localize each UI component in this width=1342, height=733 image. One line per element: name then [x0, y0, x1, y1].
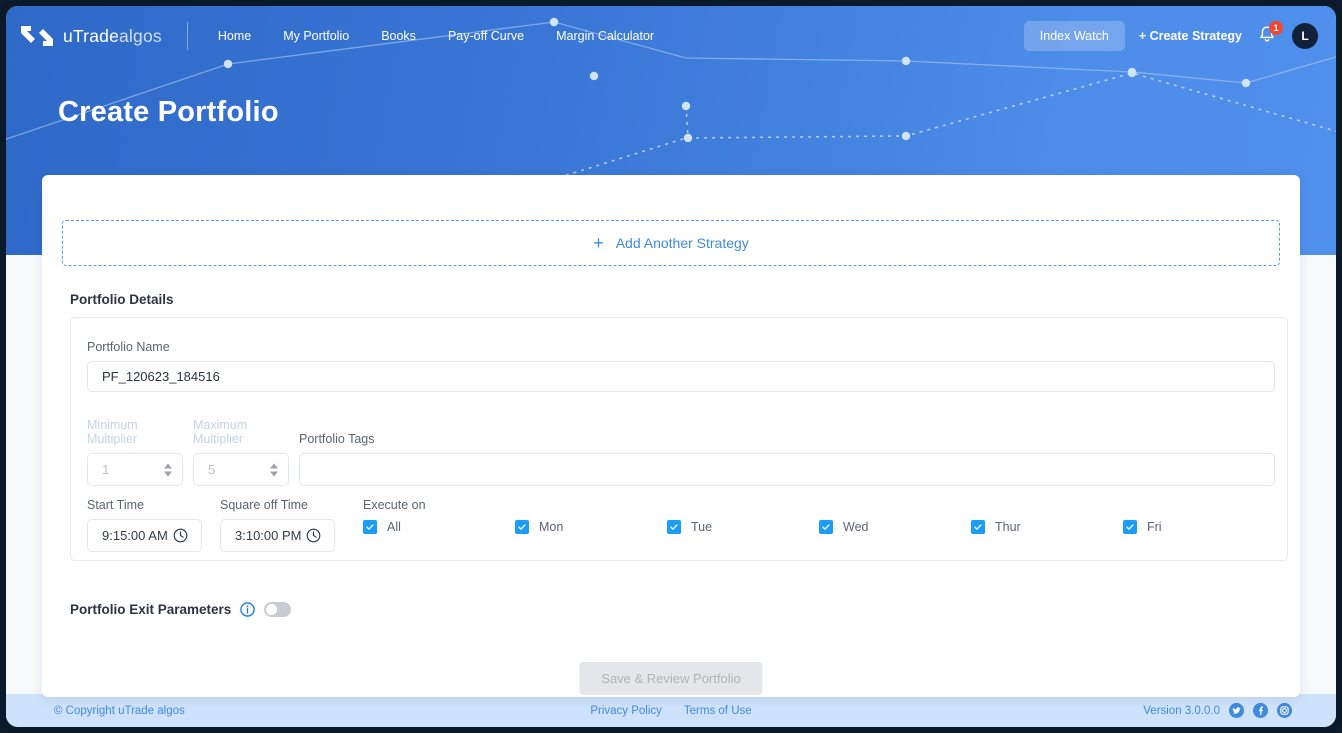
portfolio-tags-input[interactable] — [299, 453, 1275, 486]
checkbox-checked-icon[interactable] — [363, 520, 377, 534]
portfolio-tags-field: Portfolio Tags — [299, 432, 1275, 486]
footer-terms-of-use-link[interactable]: Terms of Use — [684, 705, 752, 717]
index-watch-button[interactable]: Index Watch — [1023, 21, 1125, 51]
day-checkbox-mon[interactable]: Mon — [515, 520, 667, 534]
footer-copyright: © Copyright uTrade algos — [54, 704, 185, 717]
app-window: uTradealgos Home My Portfolio Books Pay-… — [0, 0, 1342, 733]
add-another-strategy-button[interactable]: + Add Another Strategy — [62, 220, 1280, 266]
portfolio-name-row: Portfolio Name PF_120623_184516 — [87, 340, 1275, 392]
start-time-input[interactable]: 9:15:00 AM — [87, 519, 202, 552]
stepper-down-icon[interactable] — [164, 471, 172, 476]
save-review-portfolio-button[interactable]: Save & Review Portfolio — [579, 662, 763, 695]
nav-item-home[interactable]: Home — [202, 23, 267, 49]
nav-links: Home My Portfolio Books Pay-off Curve Ma… — [202, 23, 670, 49]
checkbox-checked-icon[interactable] — [819, 520, 833, 534]
create-strategy-button[interactable]: + Create Strategy — [1139, 29, 1242, 43]
checkbox-checked-icon[interactable] — [667, 520, 681, 534]
maximum-multiplier-label: Maximum Multiplier — [193, 418, 248, 446]
brand-name: uTradealgos — [63, 26, 162, 47]
plus-icon: + — [593, 233, 604, 253]
clock-icon[interactable] — [172, 527, 189, 544]
portfolio-exit-parameters-toggle[interactable] — [264, 602, 292, 617]
checkbox-checked-icon[interactable] — [1123, 520, 1137, 534]
day-label-tue: Tue — [691, 520, 713, 534]
portfolio-exit-parameters-row: Portfolio Exit Parameters — [70, 602, 292, 617]
facebook-icon[interactable] — [1253, 703, 1268, 718]
footer-links: Privacy Policy Terms of Use — [590, 705, 751, 717]
maximum-multiplier-value: 5 — [208, 462, 216, 477]
nav-right-actions: Index Watch + Create Strategy 1 L — [1023, 21, 1318, 51]
footer-version: Version 3.0.0.0 — [1143, 704, 1220, 717]
square-off-time-value: 3:10:00 PM — [235, 528, 302, 543]
day-label-wed: Wed — [843, 520, 869, 534]
portfolio-exit-parameters-label: Portfolio Exit Parameters — [70, 602, 232, 617]
stepper-up-icon[interactable] — [164, 463, 172, 468]
maximum-multiplier-field: Maximum Multiplier 5 — [193, 418, 289, 486]
day-checkbox-wed[interactable]: Wed — [819, 520, 971, 534]
create-portfolio-card: + Add Another Strategy Portfolio Details… — [42, 175, 1300, 697]
minimum-multiplier-label: Minimum Multiplier — [87, 418, 138, 446]
portfolio-name-value: PF_120623_184516 — [102, 369, 220, 384]
page-surface: uTradealgos Home My Portfolio Books Pay-… — [6, 6, 1336, 727]
minimum-multiplier-value: 1 — [102, 462, 110, 477]
day-label-mon: Mon — [539, 520, 564, 534]
nav-item-books[interactable]: Books — [365, 23, 432, 49]
start-time-value: 9:15:00 AM — [102, 528, 168, 543]
add-another-strategy-label: Add Another Strategy — [615, 235, 749, 251]
execute-on-field: Execute on All Mon Tue Wed Thur Fri — [363, 498, 1275, 534]
instagram-icon[interactable] — [1277, 703, 1292, 718]
notification-badge: 1 — [1269, 21, 1283, 35]
start-time-label: Start Time — [87, 498, 144, 512]
day-checkbox-all[interactable]: All — [363, 520, 515, 534]
stepper-down-icon[interactable] — [270, 471, 278, 476]
execute-on-days: All Mon Tue Wed Thur Fri — [363, 520, 1275, 534]
page-title: Create Portfolio — [58, 96, 279, 128]
minimum-multiplier-input[interactable]: 1 — [87, 453, 183, 486]
day-label-thur: Thur — [995, 520, 1021, 534]
brand-name-light: algos — [119, 25, 162, 46]
user-avatar[interactable]: L — [1292, 23, 1318, 49]
maximum-multiplier-input[interactable]: 5 — [193, 453, 289, 486]
square-off-time-label: Square off Time — [220, 498, 309, 512]
nav-item-my-portfolio[interactable]: My Portfolio — [267, 23, 365, 49]
day-checkbox-thur[interactable]: Thur — [971, 520, 1123, 534]
page-footer: © Copyright uTrade algos Privacy Policy … — [6, 694, 1336, 727]
stepper-up-icon[interactable] — [270, 463, 278, 468]
nav-item-pay-off-curve[interactable]: Pay-off Curve — [432, 23, 540, 49]
twitter-icon[interactable] — [1229, 703, 1244, 718]
start-time-field: Start Time 9:15:00 AM — [87, 498, 202, 552]
portfolio-name-label: Portfolio Name — [87, 340, 170, 354]
brand-divider — [186, 22, 188, 50]
day-checkbox-tue[interactable]: Tue — [667, 520, 819, 534]
toggle-knob — [266, 604, 278, 615]
portfolio-name-input[interactable]: PF_120623_184516 — [87, 361, 1275, 392]
portfolio-details-panel: Portfolio Name PF_120623_184516 Minimum … — [70, 317, 1288, 561]
notifications-button[interactable]: 1 — [1256, 21, 1283, 48]
clock-icon[interactable] — [305, 527, 322, 544]
square-off-time-field: Square off Time 3:10:00 PM — [220, 498, 335, 552]
maximum-multiplier-stepper[interactable] — [270, 463, 278, 476]
minimum-multiplier-field: Minimum Multiplier 1 — [87, 418, 183, 486]
checkbox-checked-icon[interactable] — [971, 520, 985, 534]
top-navigation-bar: uTradealgos Home My Portfolio Books Pay-… — [6, 6, 1336, 66]
brand-logo[interactable]: uTradealgos — [14, 22, 202, 50]
checkbox-checked-icon[interactable] — [515, 520, 529, 534]
portfolio-tags-label: Portfolio Tags — [299, 432, 375, 446]
footer-right: Version 3.0.0.0 — [1143, 703, 1292, 718]
time-execute-row: Start Time 9:15:00 AM Square off Time 3:… — [87, 498, 1275, 552]
info-icon[interactable] — [240, 602, 256, 617]
nav-item-margin-calculator[interactable]: Margin Calculator — [540, 23, 670, 49]
day-label-all: All — [387, 520, 401, 534]
square-off-time-input[interactable]: 3:10:00 PM — [220, 519, 335, 552]
execute-on-label: Execute on — [363, 498, 426, 512]
minimum-multiplier-stepper[interactable] — [164, 463, 172, 476]
multiplier-tags-row: Minimum Multiplier 1 Maximum Multiplier — [87, 418, 1275, 486]
day-checkbox-fri[interactable]: Fri — [1123, 520, 1275, 534]
utrade-logo-icon — [21, 26, 53, 46]
day-label-fri: Fri — [1147, 520, 1162, 534]
brand-name-bold: uTrade — [63, 25, 119, 46]
footer-privacy-policy-link[interactable]: Privacy Policy — [590, 705, 662, 717]
portfolio-details-heading: Portfolio Details — [70, 292, 174, 307]
